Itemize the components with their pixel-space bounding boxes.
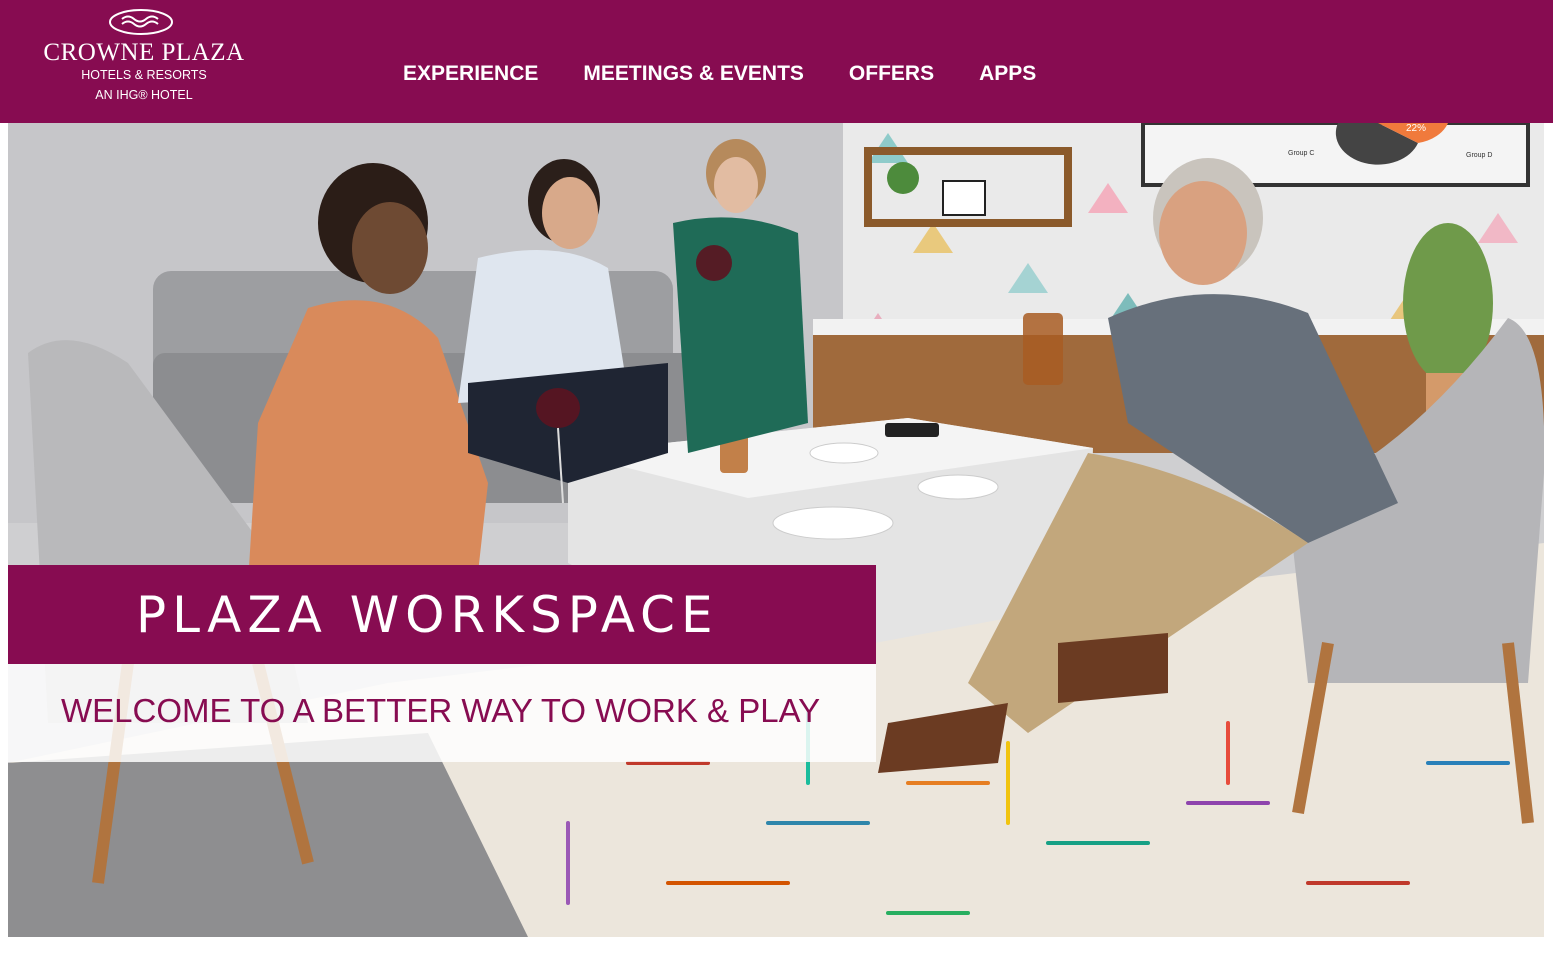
page-bottom-strip xyxy=(0,937,1553,965)
hero-subtitle-band: WELCOME TO A BETTER WAY TO WORK & PLAY xyxy=(8,664,876,762)
crowne-plaza-wave-icon xyxy=(109,9,173,35)
hero-banner: 22% Group C Group D PLAZA WORKSPACE WELC… xyxy=(8,123,1544,937)
nav-item-experience[interactable]: EXPERIENCE xyxy=(403,61,538,89)
main-nav: EXPERIENCE MEETINGS & EVENTS OFFERS APPS xyxy=(403,61,1081,89)
site-header: CROWNE PLAZA HOTELS & RESORTS AN IHG® HO… xyxy=(0,0,1553,123)
nav-item-meetings-events[interactable]: MEETINGS & EVENTS xyxy=(583,61,804,89)
brand-tagline: HOTELS & RESORTS xyxy=(81,68,207,82)
nav-item-offers[interactable]: OFFERS xyxy=(849,61,934,89)
nav-item-apps[interactable]: APPS xyxy=(979,61,1036,89)
screen-percent-label: 22% xyxy=(1406,123,1426,134)
brand-parent: AN IHG® HOTEL xyxy=(95,88,193,102)
crowne-plaza-logo[interactable]: CROWNE PLAZA HOTELS & RESORTS AN IHG® HO… xyxy=(36,6,252,106)
hero-title-band: PLAZA WORKSPACE xyxy=(8,565,876,664)
hero-subtitle: WELCOME TO A BETTER WAY TO WORK & PLAY xyxy=(61,692,821,729)
screen-group-c-label: Group C xyxy=(1288,150,1314,157)
hero-photo: 22% Group C Group D xyxy=(8,123,1544,937)
brand-name: CROWNE PLAZA xyxy=(43,39,245,66)
hero-title: PLAZA WORKSPACE xyxy=(136,586,719,644)
screen-group-d-label: Group D xyxy=(1466,152,1492,159)
